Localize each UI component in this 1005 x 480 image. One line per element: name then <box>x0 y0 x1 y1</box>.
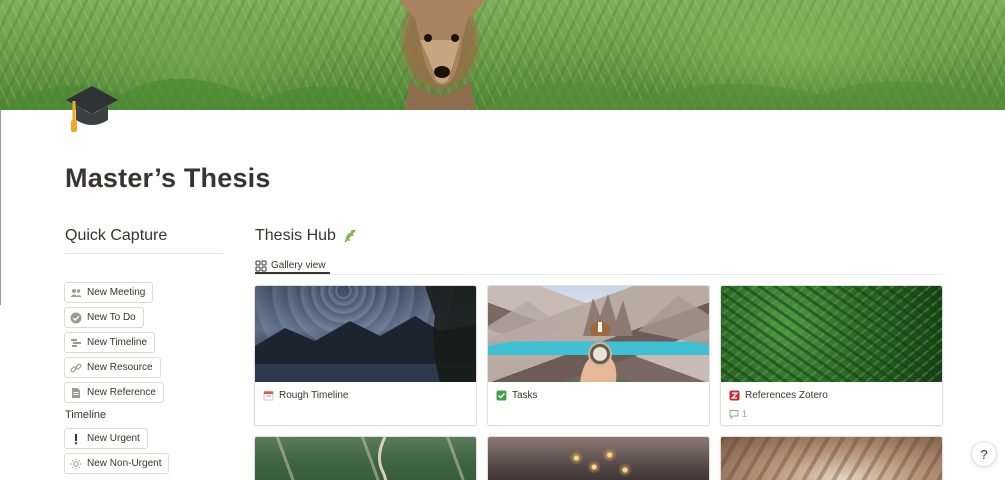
comment-count-text: 1 <box>742 409 748 419</box>
new-urgent-button[interactable]: New Urgent <box>64 428 148 449</box>
document-icon <box>70 387 82 399</box>
gallery-card-tasks[interactable]: Tasks <box>487 285 710 426</box>
herb-icon <box>342 228 358 244</box>
tab-label: Gallery view <box>271 260 326 271</box>
card-title-text: Tasks <box>512 390 538 401</box>
zotero-icon <box>729 390 740 401</box>
button-label: New Meeting <box>87 287 146 298</box>
divider <box>255 274 943 275</box>
sun-icon <box>70 458 82 470</box>
button-label: New To Do <box>87 312 136 323</box>
card-cover-image <box>488 286 709 382</box>
hub-heading-text: Thesis Hub <box>255 227 336 244</box>
card-title-text: References Zotero <box>745 390 828 401</box>
thesis-hub-heading[interactable]: Thesis Hub <box>255 227 358 245</box>
card-cover-image <box>721 437 942 480</box>
check-circle-icon <box>70 312 82 324</box>
checkbox-icon <box>496 390 507 401</box>
card-cover-image <box>488 437 709 480</box>
button-label: New Reference <box>87 387 156 398</box>
link-icon <box>70 362 82 374</box>
button-label: New Urgent <box>87 433 140 444</box>
new-reference-button[interactable]: New Reference <box>64 382 164 403</box>
people-icon <box>70 287 82 299</box>
card-cover-image <box>255 437 476 480</box>
new-timeline-button[interactable]: New Timeline <box>64 332 156 353</box>
button-label: New Resource <box>87 362 153 373</box>
button-label: New Non-Urgent <box>87 458 162 469</box>
card-cover-image <box>255 286 476 382</box>
gallery-grid-icon <box>255 260 267 272</box>
quick-capture-heading: Quick Capture <box>65 227 168 244</box>
comment-count[interactable]: 1 <box>729 409 748 420</box>
gallery-card-references-zotero[interactable]: References Zotero 1 <box>720 285 943 426</box>
divider <box>65 253 223 254</box>
calendar-icon <box>263 390 274 401</box>
graduation-cap-icon[interactable] <box>64 82 120 136</box>
card-title-text: Rough Timeline <box>279 390 349 401</box>
new-resource-button[interactable]: New Resource <box>64 357 161 378</box>
new-non-urgent-button[interactable]: New Non-Urgent <box>64 453 170 474</box>
timeline-icon <box>70 337 82 349</box>
card-title: Tasks <box>496 390 538 401</box>
gallery-card-rough-timeline[interactable]: Rough Timeline <box>254 285 477 426</box>
button-label: New Timeline <box>87 337 148 348</box>
window-edge <box>0 110 1 305</box>
new-meeting-button[interactable]: New Meeting <box>64 282 154 303</box>
card-title: References Zotero <box>729 390 828 401</box>
gallery-card[interactable] <box>254 436 477 480</box>
gallery-card[interactable] <box>487 436 710 480</box>
help-button[interactable]: ? <box>971 441 997 467</box>
timeline-heading: Timeline <box>65 409 107 421</box>
page-title[interactable]: Master’s Thesis <box>65 163 271 194</box>
cover-image <box>0 0 1005 110</box>
card-title: Rough Timeline <box>263 390 348 401</box>
card-cover-image <box>721 286 942 382</box>
exclamation-icon <box>70 433 82 445</box>
gallery-card[interactable] <box>720 436 943 480</box>
comment-icon <box>729 409 739 420</box>
new-to-do-button[interactable]: New To Do <box>64 307 144 328</box>
